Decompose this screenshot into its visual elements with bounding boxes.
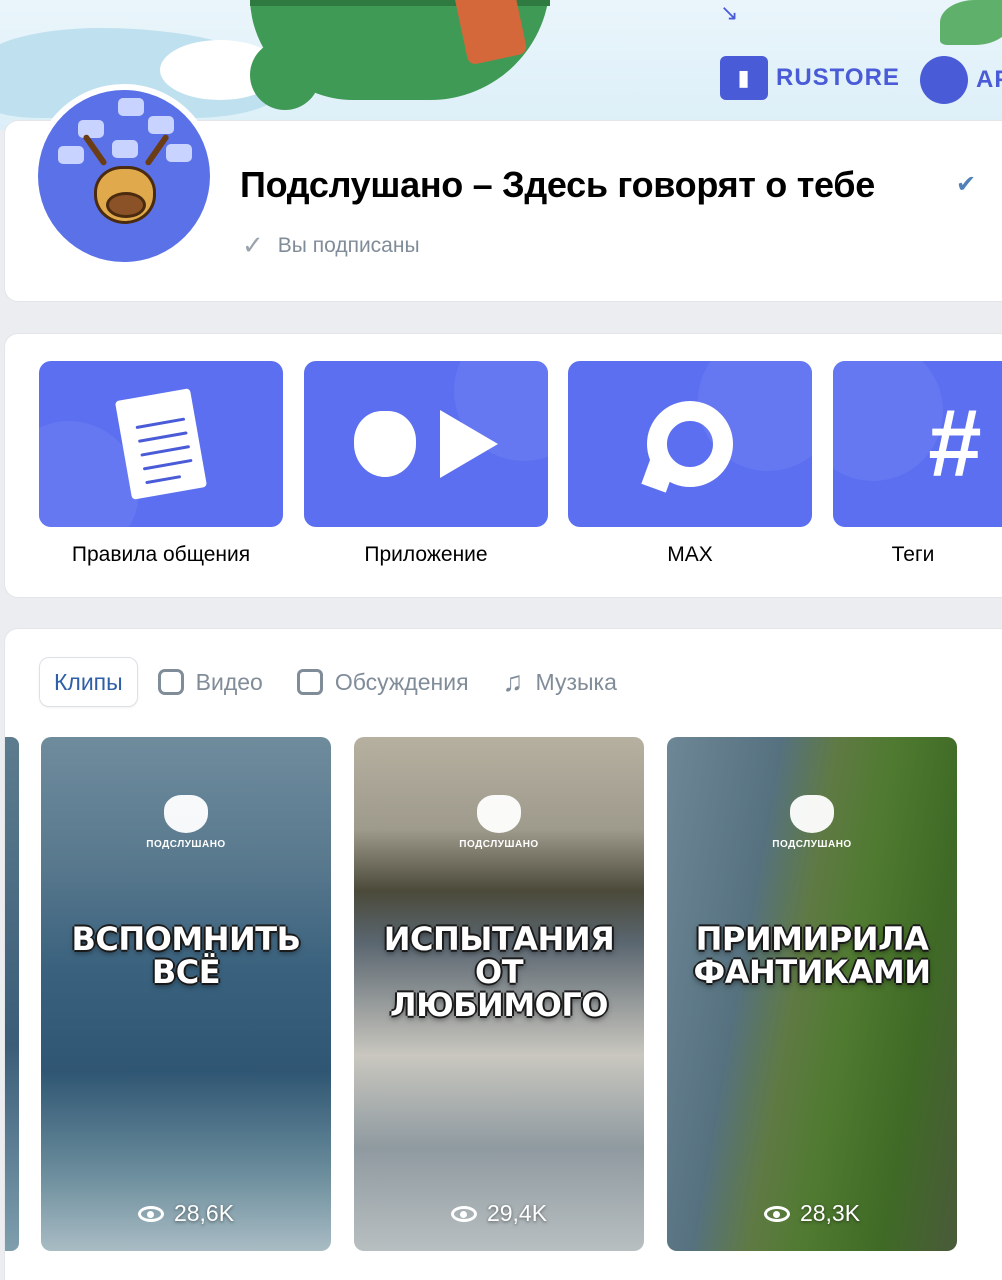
tab-label: Обсуждения (334, 668, 469, 695)
tab-video[interactable]: Видео (144, 657, 277, 707)
video-icon (157, 669, 184, 695)
chat-icon (296, 669, 323, 695)
appstore-label: AP (976, 66, 1002, 93)
rustore-icon: ▮ (720, 56, 768, 100)
tab-label: Музыка (535, 668, 617, 695)
clip-logo: ПОДСЛУШАНО (667, 795, 957, 850)
link-item-max[interactable]: MAX (568, 361, 812, 567)
eye-icon (763, 1205, 790, 1222)
media-tabs: Клипы Видео Обсуждения ♫ Музыка (39, 657, 631, 789)
cover-arrow-icon: ↘ (720, 0, 739, 25)
music-icon: ♫ (502, 666, 524, 697)
eye-icon (450, 1205, 477, 1222)
link-item-rules[interactable]: Правила общения (39, 361, 283, 567)
link-tile: # (833, 361, 1002, 527)
tab-label: Клипы (54, 668, 123, 695)
link-tile (304, 361, 548, 527)
clip-preview[interactable]: ПОДСЛУШАНО испытания от любимого 29,4K (354, 737, 644, 1251)
clip-views: 28,6K (41, 1200, 331, 1227)
apple-icon (920, 56, 968, 104)
link-item-tags[interactable]: # Теги (833, 361, 1002, 567)
clip-caption: примирила фантиками (693, 920, 931, 991)
max-messenger-icon (647, 401, 733, 487)
clip-logo: ПОДСЛУШАНО (354, 795, 644, 850)
rustore-badge[interactable]: ▮ RUSTORE (720, 56, 900, 100)
apple-icon (354, 411, 416, 477)
cover-mitten-illustration (250, 40, 320, 110)
clip-preview-partial[interactable] (5, 737, 19, 1251)
link-label: Приложение (364, 543, 488, 566)
link-tile (568, 361, 812, 527)
link-tile (39, 361, 283, 527)
media-card: Клипы Видео Обсуждения ♫ Музыка ПОДСЛУША… (4, 628, 1002, 1280)
clip-views: 29,4K (354, 1200, 644, 1227)
tab-discussions[interactable]: Обсуждения (283, 657, 483, 707)
links-card: Правила общения Приложение MAX # Теги (4, 333, 1002, 598)
clip-preview[interactable]: ПОДСЛУШАНО вспомнить всё 28,6K (41, 737, 331, 1251)
deer-logo-icon (477, 795, 521, 833)
clip-views: 28,3K (667, 1200, 957, 1227)
checkmark-icon: ✓ (242, 230, 264, 260)
play-store-icon (440, 410, 498, 478)
link-item-app[interactable]: Приложение (304, 361, 548, 567)
clip-caption: вспомнить всё (71, 920, 301, 991)
deer-logo-icon (164, 795, 208, 833)
hashtag-icon: # (928, 390, 982, 497)
document-icon (114, 388, 208, 500)
subscription-status-button[interactable]: ✓ Вы подписаны (242, 230, 420, 261)
link-label: MAX (667, 543, 713, 566)
tab-clips[interactable]: Клипы (39, 657, 138, 789)
page-title: Подслушано – Здесь говорят о тебе (240, 164, 875, 205)
clip-logo: ПОДСЛУШАНО (41, 795, 331, 850)
link-label: Правила общения (71, 543, 251, 566)
eye-icon (137, 1205, 164, 1222)
rustore-label: RUSTORE (776, 64, 900, 91)
deer-logo-icon (790, 795, 834, 833)
verified-check-icon: ✔ (956, 171, 977, 198)
subscription-status-label: Вы подписаны (277, 233, 420, 257)
community-avatar[interactable] (32, 84, 216, 268)
cover-leaf-decor (940, 0, 1002, 45)
clip-caption: испытания от любимого (383, 920, 615, 1024)
tab-music[interactable]: ♫ Музыка (489, 657, 631, 707)
tab-label: Видео (195, 668, 263, 695)
link-label: Теги (891, 543, 935, 566)
appstore-badge[interactable]: AP (920, 56, 1002, 104)
clip-preview[interactable]: ПОДСЛУШАНО примирила фантиками 28,3K (667, 737, 957, 1251)
